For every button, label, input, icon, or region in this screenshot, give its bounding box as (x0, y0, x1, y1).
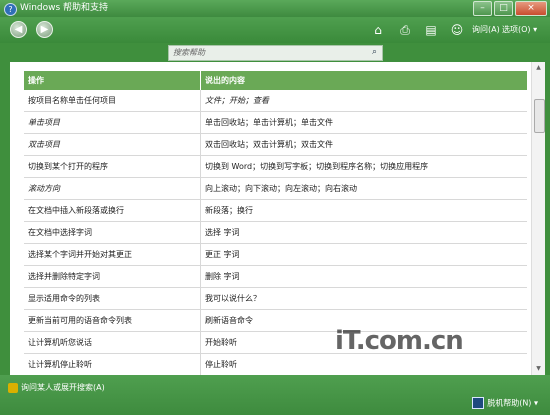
say-cell: 新段落；换行 (200, 199, 527, 222)
search-placeholder: 搜索帮助 (173, 48, 205, 57)
say-cell: 停止聆听 (200, 353, 527, 375)
table-row: 让计算机停止聆听 停止聆听 (24, 353, 527, 375)
watermark: iT.com.cn (335, 326, 464, 356)
action-cell: 更新当前可用的语音命令列表 (24, 309, 201, 332)
action-cell: 选择并删除特定字词 (24, 265, 201, 288)
search-row: 搜索帮助 ⌕ (0, 43, 550, 62)
table-row: 滚动方向 向上滚动；向下滚动；向左滚动；向右滚动 (24, 177, 527, 200)
table-row: 选择并删除特定字词 删除 字词 (24, 265, 527, 288)
table-row: 双击项目 双击回收站；双击计算机；双击文件 (24, 133, 527, 156)
forward-button[interactable]: ▶ (36, 21, 53, 38)
table-row: 按项目名称单击任何项目 文件；开始；查看 (24, 90, 527, 112)
table-row: 在文档中插入新段落或换行 新段落；换行 (24, 199, 527, 222)
action-cell: 双击项目 (24, 133, 201, 156)
action-cell: 让计算机听您说话 (24, 331, 201, 354)
status-bar: 询问某人或展开搜索(A) 脱机帮助(N) ▾ (0, 375, 550, 415)
title-bar: ? Windows 帮助和支持 – □ × (0, 0, 550, 17)
table-row: 选择某个字词并开始对其更正 更正 字词 (24, 243, 527, 266)
offline-help-button[interactable]: 脱机帮助(N) ▾ (472, 397, 538, 409)
people-icon (8, 382, 18, 393)
say-cell: 删除 字词 (200, 265, 527, 288)
toolbar: ◀ ▶ ⌂ ⎙ ▤ ☺ 询问(A) 选项(O) ▾ (0, 17, 550, 43)
action-cell: 单击项目 (24, 111, 201, 134)
search-icon[interactable]: ⌕ (369, 47, 380, 58)
action-cell: 在文档中选择字词 (24, 221, 201, 244)
vertical-scrollbar[interactable]: ▲ ▼ (531, 62, 545, 375)
ask-someone-label: 询问某人或展开搜索(A) (21, 383, 105, 392)
table-header-row: 操作 说出的内容 (24, 71, 527, 90)
say-cell: 单击回收站；单击计算机；单击文件 (200, 111, 527, 134)
ask-icon[interactable]: ☺ (448, 21, 466, 39)
help-window: ? Windows 帮助和支持 – □ × ◀ ▶ ⌂ ⎙ ▤ ☺ 询问(A) … (0, 0, 550, 415)
scrollbar-thumb[interactable] (534, 99, 545, 133)
search-input[interactable]: 搜索帮助 ⌕ (168, 45, 383, 61)
say-cell: 双击回收站；双击计算机；双击文件 (200, 133, 527, 156)
say-cell: 更正 字词 (200, 243, 527, 266)
home-icon[interactable]: ⌂ (369, 21, 387, 39)
say-cell: 我可以说什么？ (200, 287, 527, 310)
maximize-button[interactable]: □ (494, 1, 513, 16)
help-app-icon: ? (4, 3, 17, 16)
action-cell: 切换到某个打开的程序 (24, 155, 201, 178)
back-button[interactable]: ◀ (10, 21, 27, 38)
say-cell: 切换到 Word；切换到写字板；切换到程序名称；切换应用程序 (200, 155, 527, 178)
offline-help-icon (472, 397, 485, 409)
say-cell: 选择 字词 (200, 221, 527, 244)
action-cell: 在文档中插入新段落或换行 (24, 199, 201, 222)
table-row: 单击项目 单击回收站；单击计算机；单击文件 (24, 111, 527, 134)
print-icon[interactable]: ⎙ (396, 21, 414, 39)
ask-button[interactable]: 询问(A) (472, 25, 500, 35)
offline-help-label: 脱机帮助(N) ▾ (487, 398, 538, 408)
action-cell: 显示适用命令的列表 (24, 287, 201, 310)
table-row: 显示适用命令的列表 我可以说什么？ (24, 287, 527, 310)
table-row: 在文档中选择字词 选择 字词 (24, 221, 527, 244)
close-button[interactable]: × (515, 1, 547, 16)
scroll-up-arrow-icon[interactable]: ▲ (532, 62, 545, 74)
window-controls: – □ × (471, 1, 547, 16)
header-say: 说出的内容 (200, 71, 527, 90)
action-cell: 按项目名称单击任何项目 (24, 90, 201, 112)
action-cell: 让计算机停止聆听 (24, 353, 201, 375)
scroll-down-arrow-icon[interactable]: ▼ (532, 363, 545, 375)
window-title: Windows 帮助和支持 (20, 3, 109, 13)
say-cell: 向上滚动；向下滚动；向左滚动；向右滚动 (200, 177, 527, 200)
say-cell: 文件；开始；查看 (200, 90, 527, 112)
action-cell: 滚动方向 (24, 177, 201, 200)
header-action: 操作 (24, 71, 201, 90)
ask-someone-link[interactable]: 询问某人或展开搜索(A) (8, 382, 105, 393)
table-row: 切换到某个打开的程序 切换到 Word；切换到写字板；切换到程序名称；切换应用程序 (24, 155, 527, 178)
options-button[interactable]: 选项(O) ▾ (502, 25, 537, 35)
action-cell: 选择某个字词并开始对其更正 (24, 243, 201, 266)
browse-help-icon[interactable]: ▤ (422, 21, 440, 39)
minimize-button[interactable]: – (473, 1, 492, 16)
